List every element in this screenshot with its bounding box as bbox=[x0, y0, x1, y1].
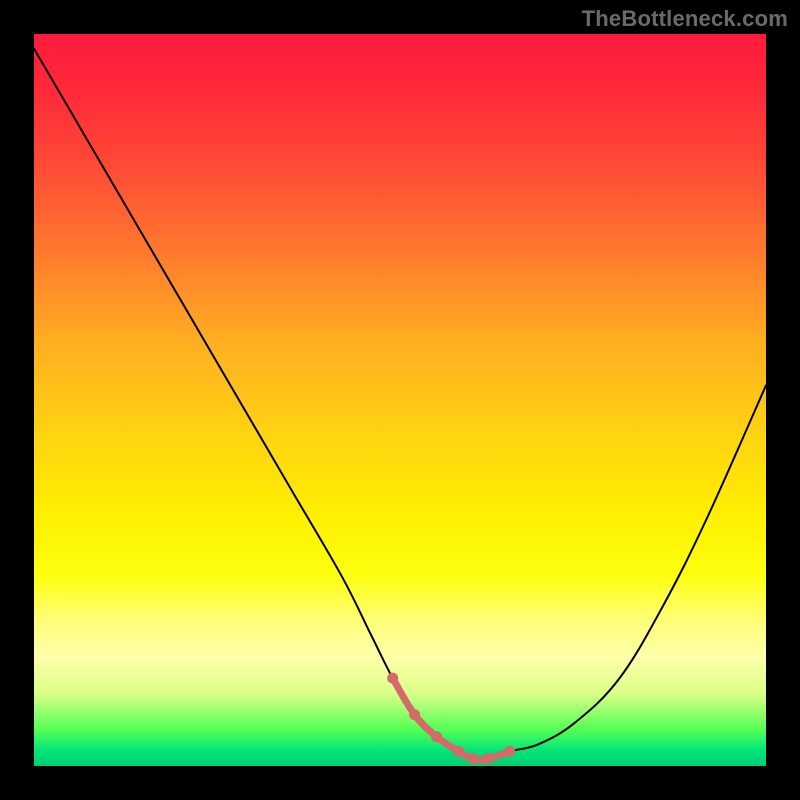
highlight-dot bbox=[504, 746, 515, 757]
chart-frame: TheBottleneck.com bbox=[0, 0, 800, 800]
highlight-dot bbox=[453, 746, 464, 757]
highlight-dot bbox=[468, 753, 479, 764]
highlight-segment bbox=[393, 678, 510, 760]
highlight-dot bbox=[409, 709, 420, 720]
curve-layer bbox=[0, 0, 800, 800]
main-curve bbox=[34, 49, 766, 760]
highlight-dot bbox=[387, 673, 398, 684]
highlight-dot bbox=[431, 731, 442, 742]
highlight-dot bbox=[482, 753, 493, 764]
